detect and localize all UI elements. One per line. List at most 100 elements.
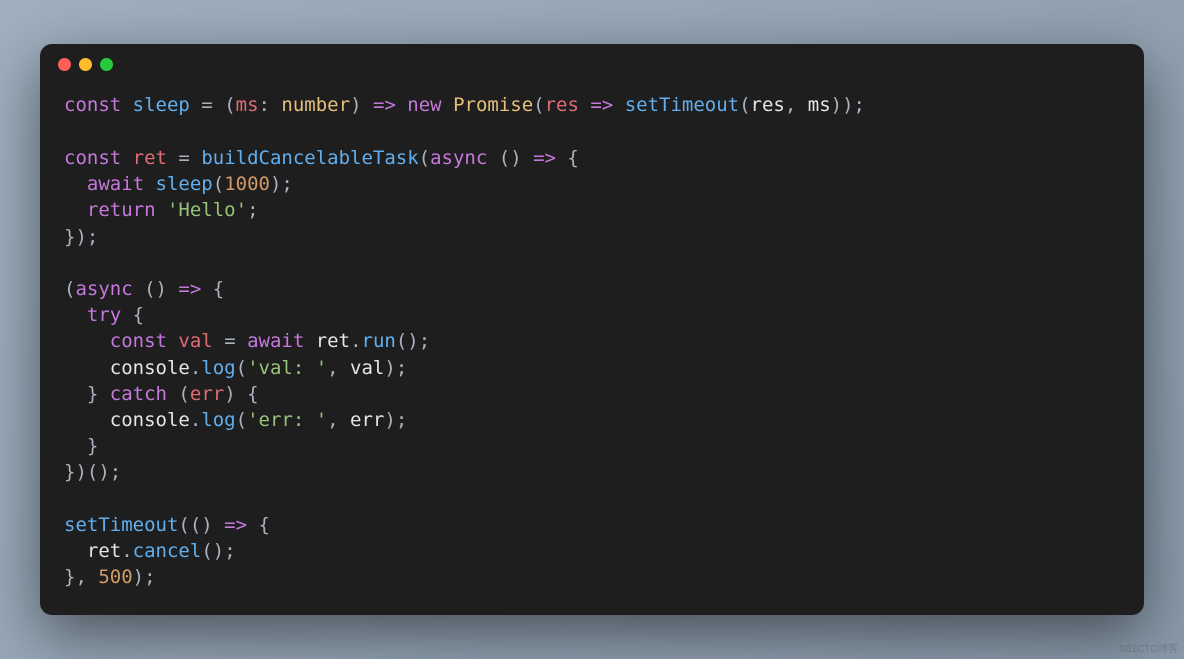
close-icon[interactable] xyxy=(58,58,71,71)
string-err: 'err: ' xyxy=(247,409,327,431)
arg-res: res xyxy=(751,94,785,116)
keyword-try: try xyxy=(87,304,121,326)
keyword-const: const xyxy=(64,147,121,169)
keyword-new: new xyxy=(407,94,441,116)
punct: = xyxy=(190,94,224,116)
punct: ( xyxy=(213,173,224,195)
param-err: err xyxy=(190,383,224,405)
arrow: => xyxy=(533,147,556,169)
keyword-return: return xyxy=(87,199,156,221)
punct: . xyxy=(190,357,201,379)
space xyxy=(156,199,167,221)
arrow: => xyxy=(362,94,408,116)
punct: . xyxy=(350,330,361,352)
punct: () xyxy=(190,514,224,536)
punct: } xyxy=(87,383,110,405)
fn-settimeout: setTimeout xyxy=(64,514,178,536)
obj-console: console xyxy=(110,409,190,431)
punct: . xyxy=(121,540,132,562)
punct: ; xyxy=(854,94,865,116)
punct: ); xyxy=(133,566,156,588)
punct: ( xyxy=(167,383,190,405)
code-area: const sleep = (ms: number) => new Promis… xyxy=(40,84,1144,614)
punct: ( xyxy=(739,94,750,116)
punct: ( xyxy=(533,94,544,116)
keyword-catch: catch xyxy=(110,383,167,405)
param-ms: ms xyxy=(236,94,259,116)
num-500: 500 xyxy=(98,566,132,588)
punct: ); xyxy=(270,173,293,195)
arg-err: err xyxy=(350,409,384,431)
fn-buildcancelabletask: buildCancelableTask xyxy=(201,147,418,169)
punct: : xyxy=(259,94,282,116)
punct: ( xyxy=(236,357,247,379)
keyword-async: async xyxy=(430,147,487,169)
code-window: const sleep = (ms: number) => new Promis… xyxy=(40,44,1144,614)
minimize-icon[interactable] xyxy=(79,58,92,71)
punct: ); xyxy=(384,409,407,431)
indent xyxy=(64,435,87,457)
class-promise: Promise xyxy=(453,94,533,116)
indent xyxy=(64,199,87,221)
keyword-await: await xyxy=(247,330,304,352)
space xyxy=(144,173,155,195)
zoom-icon[interactable] xyxy=(100,58,113,71)
punct: { xyxy=(556,147,579,169)
arrow: => xyxy=(178,278,201,300)
fn-sleep: sleep xyxy=(156,173,213,195)
ident-ret: ret xyxy=(133,147,167,169)
punct: { xyxy=(247,514,270,536)
indent xyxy=(64,383,87,405)
indent xyxy=(64,540,87,562)
arrow: => xyxy=(224,514,247,536)
num-1000: 1000 xyxy=(224,173,270,195)
punct: (); xyxy=(201,540,235,562)
code-block: const sleep = (ms: number) => new Promis… xyxy=(64,92,1120,590)
punct: { xyxy=(121,304,144,326)
punct: () xyxy=(133,278,179,300)
punct: = xyxy=(213,330,247,352)
keyword-async: async xyxy=(75,278,132,300)
space xyxy=(304,330,315,352)
indent xyxy=(64,409,110,431)
punct: ; xyxy=(247,199,258,221)
string-val: 'val: ' xyxy=(247,357,327,379)
punct: })(); xyxy=(64,461,121,483)
obj-ret: ret xyxy=(316,330,350,352)
arrow: => xyxy=(579,94,625,116)
arg-val: val xyxy=(350,357,384,379)
punct: ( xyxy=(224,94,235,116)
punct: ( xyxy=(178,514,189,536)
punct: { xyxy=(201,278,224,300)
keyword-const: const xyxy=(64,94,121,116)
indent xyxy=(64,304,87,326)
keyword-await: await xyxy=(87,173,144,195)
ident-val: val xyxy=(178,330,212,352)
string-hello: 'Hello' xyxy=(167,199,247,221)
punct: , xyxy=(327,357,350,379)
obj-console: console xyxy=(110,357,190,379)
punct: ) xyxy=(350,94,361,116)
window-titlebar xyxy=(40,44,1144,84)
method-cancel: cancel xyxy=(133,540,202,562)
obj-ret: ret xyxy=(87,540,121,562)
type-number: number xyxy=(281,94,350,116)
method-run: run xyxy=(362,330,396,352)
punct: ); xyxy=(384,357,407,379)
fn-settimeout: setTimeout xyxy=(625,94,739,116)
indent xyxy=(64,173,87,195)
punct: (); xyxy=(396,330,430,352)
punct: ) xyxy=(842,94,853,116)
punct: ) xyxy=(831,94,842,116)
punct: , xyxy=(327,409,350,431)
space xyxy=(442,94,453,116)
param-res: res xyxy=(545,94,579,116)
punct: }, xyxy=(64,566,98,588)
keyword-const: const xyxy=(110,330,167,352)
indent xyxy=(64,357,110,379)
arg-ms: ms xyxy=(808,94,831,116)
punct: . xyxy=(190,409,201,431)
punct: ( xyxy=(236,409,247,431)
punct: ) { xyxy=(224,383,258,405)
punct: }); xyxy=(64,226,98,248)
